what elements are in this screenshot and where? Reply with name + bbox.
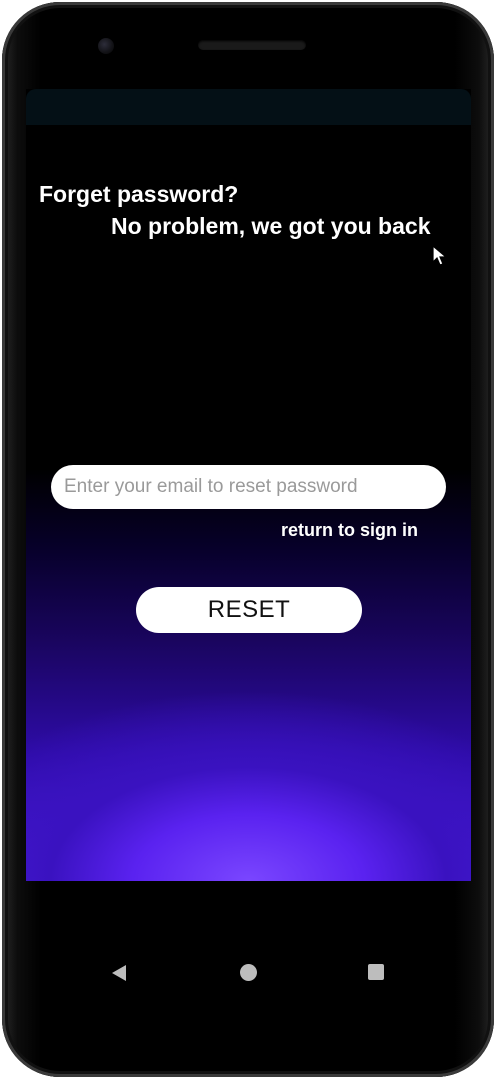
mouse-pointer-icon: [432, 245, 448, 266]
front-camera-icon: [98, 38, 114, 54]
page-title: Forget password?: [39, 181, 239, 207]
earpiece-speaker: [198, 40, 306, 50]
phone-frame: Forget password? No problem, we got you …: [2, 2, 494, 1077]
back-icon[interactable]: [110, 964, 128, 982]
reset-button[interactable]: RESET: [136, 587, 362, 633]
status-bar: [26, 89, 471, 125]
app-screen: Forget password? No problem, we got you …: [26, 89, 471, 881]
recents-icon[interactable]: [368, 964, 384, 980]
home-icon[interactable]: [240, 964, 257, 981]
return-to-sign-in-link[interactable]: return to sign in: [281, 520, 418, 541]
email-input[interactable]: [51, 465, 446, 509]
page-subtitle: No problem, we got you back: [111, 213, 431, 239]
